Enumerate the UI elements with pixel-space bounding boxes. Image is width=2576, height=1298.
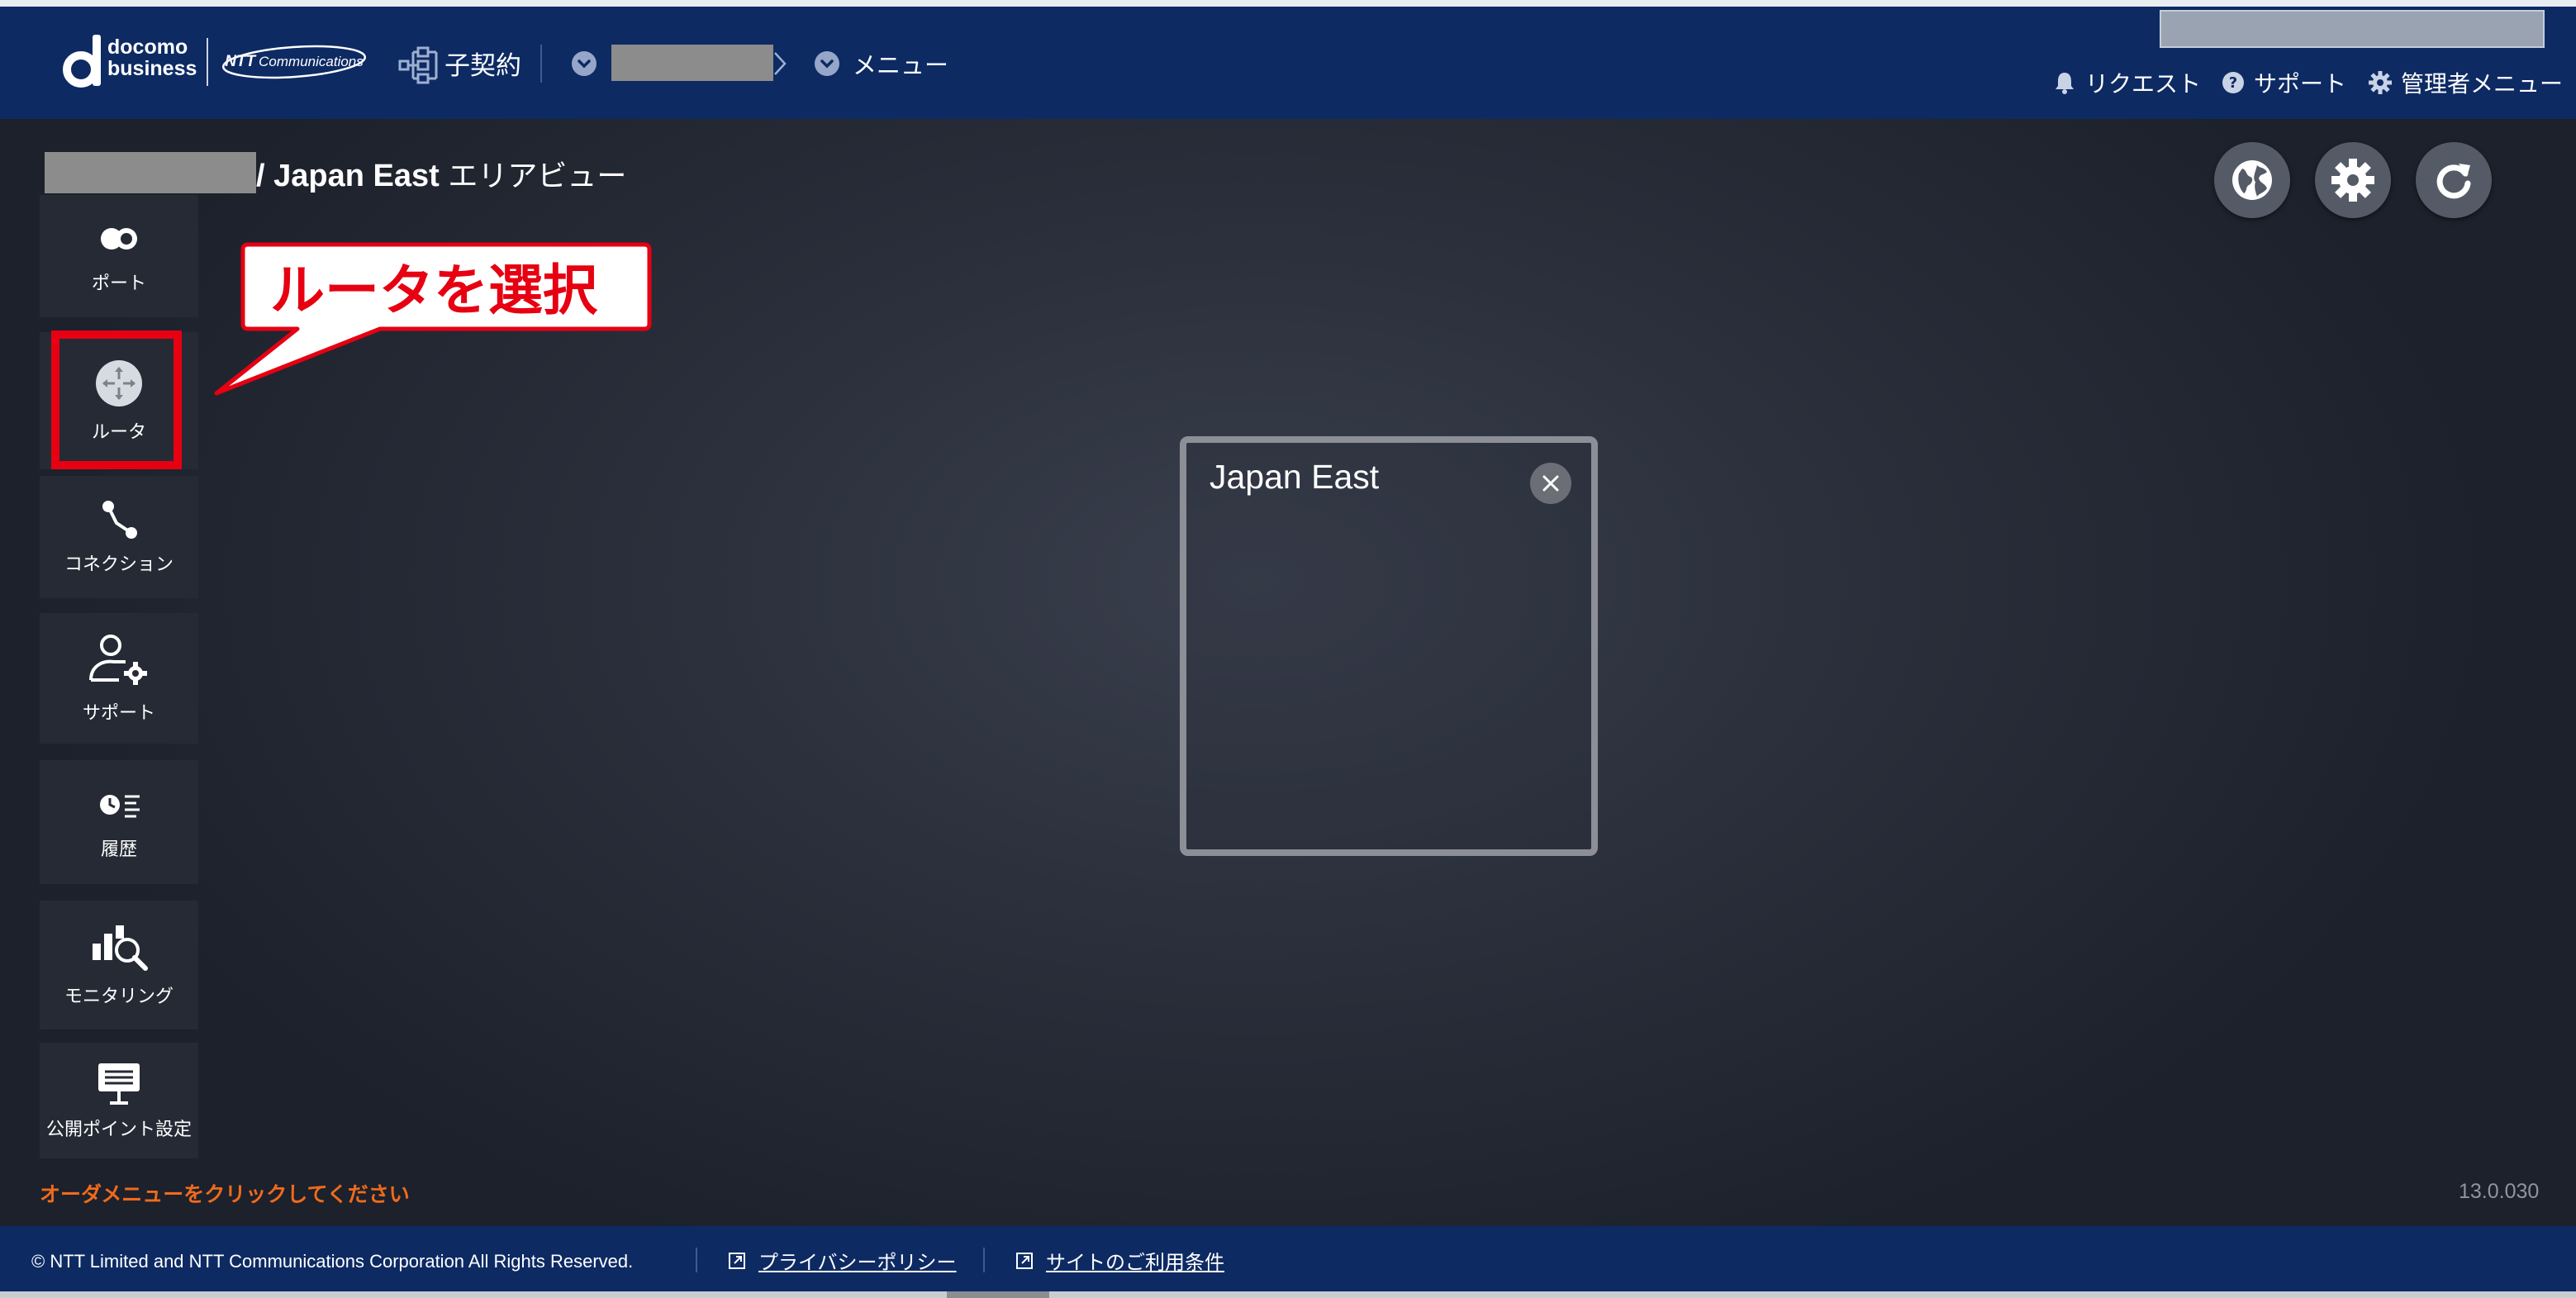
- logo-divider: [207, 38, 208, 86]
- window-top-strip: [0, 0, 2576, 7]
- sidebar-item-monitoring[interactable]: モニタリング: [40, 901, 198, 1029]
- region-close-button[interactable]: [1530, 463, 1571, 504]
- docomo-d-logo: [63, 35, 101, 88]
- tenant-name-redacted: [45, 152, 256, 193]
- router-highlight-box: [51, 330, 182, 469]
- footer-divider: [983, 1248, 985, 1272]
- callout-text: ルータを選択: [270, 259, 597, 322]
- footer-divider: [696, 1248, 697, 1272]
- request-label: リクエスト: [2085, 70, 2202, 97]
- refresh-icon: [2436, 164, 2471, 199]
- sidebar-label-support: サポート: [82, 703, 155, 724]
- child-contract-link[interactable]: 子契約: [444, 45, 521, 82]
- page-title-view: エリアビュー: [448, 159, 627, 193]
- sidebar-label-public-point: 公開ポイント設定: [45, 1120, 192, 1140]
- ntt-sub: Communications: [259, 54, 364, 69]
- external-link-icon: [729, 1252, 745, 1269]
- sidebar-item-history[interactable]: 履歴: [40, 760, 198, 884]
- external-link-icon: [1016, 1252, 1033, 1269]
- sidebar-label-monitoring: モニタリング: [64, 987, 173, 1007]
- region-panel[interactable]: [1180, 436, 1598, 856]
- sidebar-item-public-point[interactable]: 公開ポイント設定: [40, 1043, 198, 1158]
- sidebar-item-support[interactable]: サポート: [40, 613, 198, 744]
- svg-text:?: ?: [2229, 74, 2237, 92]
- menu-dropdown-icon[interactable]: [815, 51, 839, 76]
- contract-dropdown-icon[interactable]: [572, 51, 596, 76]
- page-title-region: / Japan East: [256, 159, 449, 193]
- globe-icon: [2232, 160, 2272, 200]
- page-title: / Japan East エリアビュー: [256, 152, 626, 195]
- support-link[interactable]: ? サポート: [2221, 66, 2346, 99]
- terms-of-use-link[interactable]: サイトのご利用条件: [1015, 1246, 1224, 1275]
- gear-icon: [2369, 71, 2392, 94]
- request-link[interactable]: リクエスト: [2052, 66, 2201, 99]
- port-icon: [101, 228, 137, 250]
- ntt-brand: NTT: [225, 53, 256, 70]
- terms-of-use-label: サイトのご利用条件: [1046, 1251, 1224, 1274]
- copyright-text: © NTT Limited and NTT Communications Cor…: [31, 1251, 634, 1272]
- settings-button[interactable]: [2315, 142, 2391, 218]
- hierarchy-icon: [398, 46, 438, 84]
- menu-dropdown[interactable]: メニュー: [853, 46, 948, 81]
- admin-menu-link[interactable]: 管理者メニュー: [2368, 66, 2563, 99]
- logo-line2: business: [107, 57, 197, 80]
- sidebar-item-connection[interactable]: コネクション: [40, 476, 198, 598]
- logo-line1: docomo: [107, 36, 188, 59]
- sidebar-item-port[interactable]: ポート: [40, 195, 198, 317]
- bell-icon: [2056, 73, 2074, 94]
- sidebar-label-history: 履歴: [100, 839, 137, 860]
- privacy-policy-link[interactable]: プライバシーポリシー: [727, 1246, 957, 1275]
- user-account-redacted[interactable]: [2160, 10, 2545, 48]
- connection-icon: [102, 501, 137, 539]
- privacy-policy-label: プライバシーポリシー: [758, 1251, 957, 1274]
- ntt-communications-logo: NTT Communications: [223, 43, 365, 81]
- docomo-business-logo[interactable]: docomo business: [107, 36, 197, 79]
- sidebar-label-connection: コネクション: [64, 554, 173, 575]
- user-gear-icon: [89, 635, 147, 685]
- monitoring-icon: [93, 925, 148, 971]
- version-label: 13.0.030: [2459, 1180, 2540, 1203]
- public-point-icon: [98, 1063, 140, 1105]
- admin-menu-label: 管理者メニュー: [2401, 70, 2564, 97]
- breadcrumb-chevron-icon: [774, 52, 787, 75]
- sidebar-label-port: ポート: [91, 273, 146, 294]
- help-icon: ?: [2222, 72, 2244, 93]
- contract-name-redacted[interactable]: [611, 45, 773, 81]
- settings-gear-icon: [2331, 159, 2374, 202]
- close-icon: [1542, 475, 1559, 492]
- globe-button[interactable]: [2214, 142, 2290, 218]
- order-menu-hint: オーダメニューをクリックしてください: [40, 1182, 410, 1206]
- header-divider: [540, 45, 542, 83]
- refresh-button[interactable]: [2416, 142, 2492, 218]
- support-label: サポート: [2254, 70, 2347, 97]
- history-icon: [100, 795, 140, 818]
- horizontal-scrollbar[interactable]: [0, 1291, 2576, 1298]
- region-name: Japan East: [1210, 458, 1380, 496]
- scrollbar-thumb[interactable]: [947, 1291, 1049, 1298]
